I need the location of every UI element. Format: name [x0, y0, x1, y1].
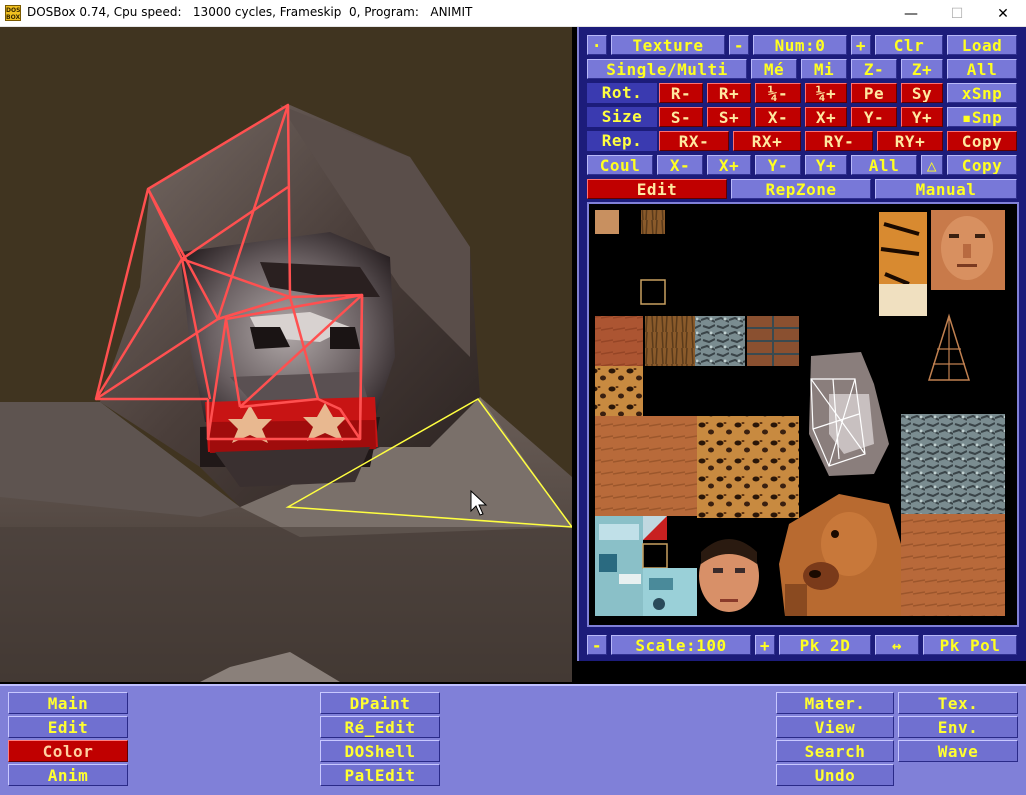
menu-main-button[interactable]: Main — [8, 692, 128, 714]
scale-field[interactable]: Scale:100 — [611, 635, 751, 655]
menu-env-button[interactable]: Env. — [898, 716, 1018, 738]
arrows-icon[interactable]: ↔ — [875, 635, 919, 655]
scale-minus-button[interactable]: - — [587, 635, 607, 655]
texture-button[interactable]: Texture — [611, 35, 725, 55]
coul-x-plus-button[interactable]: X+ — [707, 155, 751, 175]
maximize-button[interactable]: ☐ — [934, 0, 980, 27]
manual-button[interactable]: Manual — [875, 179, 1017, 199]
snap-button[interactable]: ▪Snp — [947, 107, 1017, 127]
x-plus-button[interactable]: X+ — [805, 107, 847, 127]
me-button[interactable]: Mé — [751, 59, 797, 79]
s-plus-button[interactable]: S+ — [707, 107, 751, 127]
xsnp-button[interactable]: xSnp — [947, 83, 1017, 103]
repzone-button[interactable]: RepZone — [731, 179, 871, 199]
menu-wave-button[interactable]: Wave — [898, 740, 1018, 762]
coul-all-button[interactable]: All — [851, 155, 917, 175]
z-minus-button[interactable]: Z- — [851, 59, 897, 79]
texture-panel: · Texture - Num:0 + Clr Load Single/Mult… — [577, 27, 1026, 661]
ry-minus-button[interactable]: RY- — [805, 131, 873, 151]
coul-y-plus-button[interactable]: Y+ — [805, 155, 847, 175]
single-multi-button[interactable]: Single/Multi — [587, 59, 747, 79]
menu-color-button[interactable]: Color — [8, 740, 128, 762]
r-minus-button[interactable]: R- — [659, 83, 703, 103]
menu-tex-button[interactable]: Tex. — [898, 692, 1018, 714]
z-plus-button[interactable]: Z+ — [901, 59, 943, 79]
3d-viewport[interactable] — [0, 27, 572, 682]
num-field[interactable]: Num:0 — [753, 35, 847, 55]
num-minus-button[interactable]: - — [729, 35, 749, 55]
size-label: Size — [587, 107, 657, 127]
x-minus-button[interactable]: X- — [755, 107, 801, 127]
all-button[interactable]: All — [947, 59, 1017, 79]
gorilla-model — [0, 103, 572, 682]
load-button[interactable]: Load — [947, 35, 1017, 55]
menu-dpaint-button[interactable]: DPaint — [320, 692, 440, 714]
rot-label: Rot. — [587, 83, 657, 103]
coul-copy-button[interactable]: Copy — [947, 155, 1017, 175]
pk-2d-button[interactable]: Pk 2D — [779, 635, 871, 655]
dos-screen: · Texture - Num:0 + Clr Load Single/Mult… — [0, 27, 1026, 795]
menu-undo-button[interactable]: Undo — [776, 764, 894, 786]
dosbox-icon: DOS BOX — [5, 5, 21, 21]
texture-atlas[interactable] — [587, 202, 1019, 627]
menu-doshell-button[interactable]: DOShell — [320, 740, 440, 762]
y-minus-button[interactable]: Y- — [851, 107, 897, 127]
pk-pol-button[interactable]: Pk Pol — [923, 635, 1017, 655]
menu-mater-button[interactable]: Mater. — [776, 692, 894, 714]
panel-toggle-button[interactable]: · — [587, 35, 607, 55]
coul-x-minus-button[interactable]: X- — [657, 155, 703, 175]
window-title-bar: DOS BOX DOSBox 0.74, Cpu speed: 13000 cyc… — [0, 0, 1026, 27]
y-plus-button[interactable]: Y+ — [901, 107, 943, 127]
menu-edit-button[interactable]: Edit — [8, 716, 128, 738]
pe-button[interactable]: Pe — [851, 83, 897, 103]
menu-search-button[interactable]: Search — [776, 740, 894, 762]
edit-mode-button[interactable]: Edit — [587, 179, 727, 199]
clr-button[interactable]: Clr — [875, 35, 943, 55]
window-title: DOSBox 0.74, Cpu speed: 13000 cycles, Fr… — [27, 5, 473, 19]
s-minus-button[interactable]: S- — [659, 107, 703, 127]
rep-label: Rep. — [587, 131, 657, 151]
scale-plus-button[interactable]: + — [755, 635, 775, 655]
coul-y-minus-button[interactable]: Y- — [755, 155, 801, 175]
mi-button[interactable]: Mi — [801, 59, 847, 79]
rx-plus-button[interactable]: RX+ — [733, 131, 801, 151]
close-button[interactable]: ✕ — [980, 0, 1026, 27]
rep-copy-button[interactable]: Copy — [947, 131, 1017, 151]
num-plus-button[interactable]: + — [851, 35, 871, 55]
ry-plus-button[interactable]: RY+ — [877, 131, 943, 151]
sy-button[interactable]: Sy — [901, 83, 943, 103]
menu-paledit-button[interactable]: PalEdit — [320, 764, 440, 786]
menu-re-edit-button[interactable]: Ré_Edit — [320, 716, 440, 738]
rx-minus-button[interactable]: RX- — [659, 131, 729, 151]
menu-view-button[interactable]: View — [776, 716, 894, 738]
quarter-plus-button[interactable]: ¼+ — [805, 83, 847, 103]
delta-button[interactable]: △ — [921, 155, 943, 175]
minimize-button[interactable]: — — [888, 0, 934, 27]
main-menu-bar: Main Edit Color Anim DPaint Ré_Edit DOSh… — [0, 684, 1026, 795]
quarter-minus-button[interactable]: ¼- — [755, 83, 801, 103]
menu-anim-button[interactable]: Anim — [8, 764, 128, 786]
coul-button[interactable]: Coul — [587, 155, 653, 175]
r-plus-button[interactable]: R+ — [707, 83, 751, 103]
